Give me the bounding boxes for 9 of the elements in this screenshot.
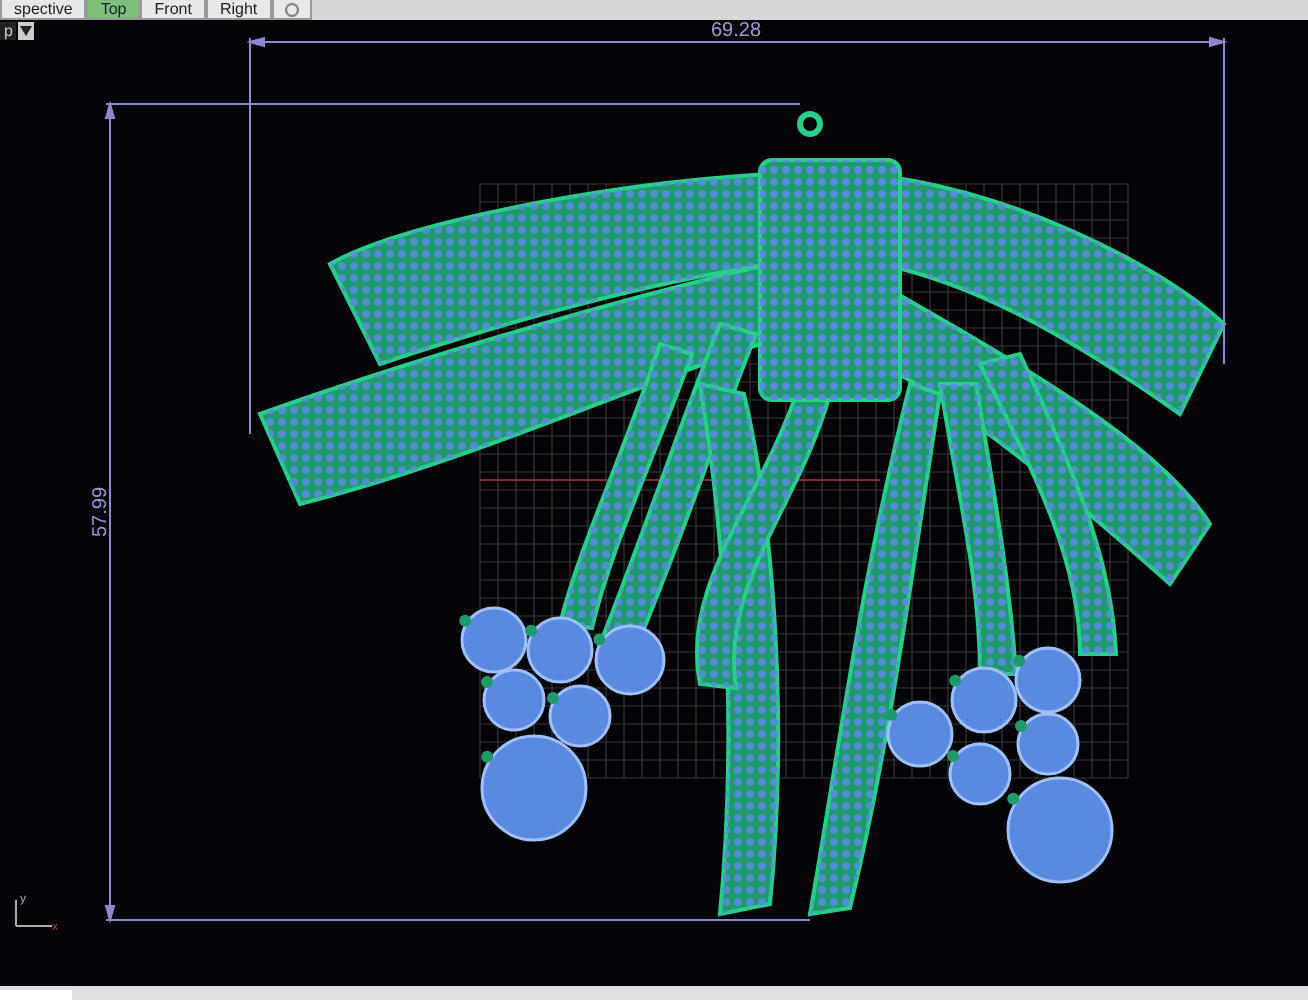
viewport-tab[interactable]: Right [205,0,272,20]
dropdown-icon[interactable] [18,22,35,40]
viewport-tab[interactable]: spective [0,0,87,20]
viewport-tab[interactable]: Front [140,0,206,20]
width-dimension-value: 69.28 [710,20,762,42]
viewport-tab[interactable]: Top [86,0,141,20]
axis-icon [15,899,53,927]
status-panel [0,990,72,1000]
height-dimension-value: 57.99 [90,486,112,538]
